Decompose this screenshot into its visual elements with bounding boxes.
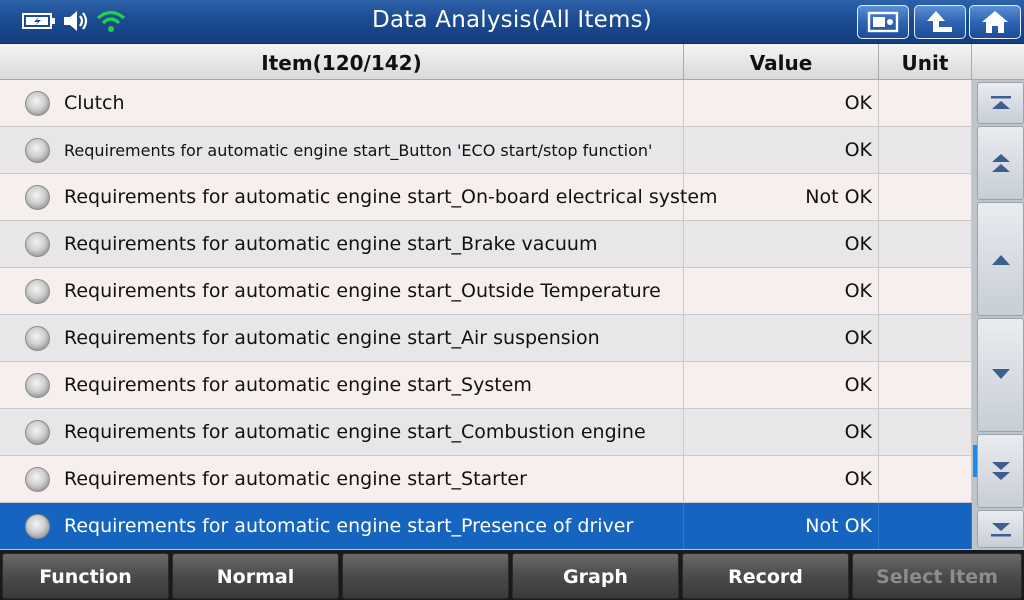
row-unit [879,315,972,361]
row-name-cell: Requirements for automatic engine start_… [0,268,684,314]
scroll-bottom-button[interactable] [977,510,1024,548]
row-name-cell: Clutch [0,80,684,126]
line-up-button[interactable] [977,202,1024,316]
row-name-cell: Requirements for automatic engine start_… [0,315,684,361]
row-unit [879,409,972,455]
line-up-icon [991,255,1010,265]
table-row-selected[interactable]: Requirements for automatic engine start_… [0,503,972,550]
graph-button[interactable]: Graph [512,553,679,599]
radio-button[interactable] [25,420,50,445]
row-unit [879,503,972,549]
row-name-cell: Requirements for automatic engine start_… [0,362,684,408]
row-value: Not OK [684,174,879,220]
table-row[interactable]: Requirements for automatic engine start_… [0,174,972,221]
line-down-button[interactable] [977,318,1024,432]
bottom-toolbar: Function Normal Graph Record Select Item [0,550,1024,600]
scroll-panel [972,80,1024,550]
row-value: OK [684,127,879,173]
row-name: Requirements for automatic engine start_… [64,141,653,160]
column-header-item: Item(120/142) [0,44,684,80]
table-header: Item(120/142) Value Unit [0,44,1024,80]
row-name-cell: Requirements for automatic engine start_… [0,174,718,220]
page-down-icon [991,462,1010,480]
table-row[interactable]: Requirements for automatic engine start_… [0,315,972,362]
scroll-top-button[interactable] [977,82,1024,124]
radio-button[interactable] [25,232,50,257]
table-row[interactable]: Requirements for automatic engine start_… [0,268,972,315]
table-row[interactable]: Requirements for automatic engine start_… [0,127,972,174]
row-unit [879,268,972,314]
row-name: Requirements for automatic engine start_… [64,186,718,208]
data-list: Clutch OK Requirements for automatic eng… [0,80,972,550]
return-arrow-icon [927,11,952,32]
row-value: OK [684,80,879,126]
line-down-icon [991,369,1010,379]
page-up-icon [991,154,1010,172]
table-row[interactable]: Requirements for automatic engine start_… [0,362,972,409]
back-button[interactable] [914,5,966,39]
normal-button[interactable]: Normal [172,553,339,599]
radio-button[interactable] [25,467,50,492]
radio-button[interactable] [25,138,50,163]
row-name: Requirements for automatic engine start_… [64,374,532,396]
row-unit [879,80,972,126]
row-name: Requirements for automatic engine start_… [64,515,634,537]
row-name-cell: Requirements for automatic engine start_… [0,456,684,502]
row-unit [879,221,972,267]
row-value: OK [684,315,879,361]
row-name-cell: Requirements for automatic engine start_… [0,503,684,549]
row-value: OK [684,409,879,455]
radio-button[interactable] [25,373,50,398]
radio-button[interactable] [25,514,50,539]
screenshot-button[interactable] [857,5,909,39]
table-row[interactable]: Requirements for automatic engine start_… [0,456,972,503]
row-name: Requirements for automatic engine start_… [64,421,646,443]
camera-icon [867,11,899,33]
column-header-unit: Unit [879,44,972,80]
select-item-button[interactable]: Select Item [852,553,1022,599]
scroll-position-indicator [973,445,977,477]
row-unit [879,127,972,173]
row-unit [879,362,972,408]
table-row[interactable]: Clutch OK [0,80,972,127]
radio-button[interactable] [25,185,50,210]
row-name-cell: Requirements for automatic engine start_… [0,127,684,173]
row-name: Requirements for automatic engine start_… [64,468,527,490]
table-row[interactable]: Requirements for automatic engine start_… [0,221,972,268]
title-bar: Data Analysis(All Items) [0,0,1024,44]
row-value: OK [684,221,879,267]
scroll-bottom-icon [990,523,1011,537]
home-icon [982,11,1008,33]
row-value: OK [684,268,879,314]
row-unit [879,456,972,502]
column-header-value: Value [684,44,879,80]
row-name-cell: Requirements for automatic engine start_… [0,409,684,455]
row-value: Not OK [684,503,879,549]
scroll-top-icon [990,96,1011,109]
page-down-button[interactable] [977,434,1024,508]
row-name: Requirements for automatic engine start_… [64,233,598,255]
radio-button[interactable] [25,91,50,116]
record-button[interactable]: Record [682,553,849,599]
radio-button[interactable] [25,279,50,304]
home-button[interactable] [969,5,1021,39]
row-name: Requirements for automatic engine start_… [64,327,600,349]
row-name: Requirements for automatic engine start_… [64,280,661,302]
radio-button[interactable] [25,326,50,351]
row-name: Clutch [64,92,125,114]
row-unit [879,174,972,220]
row-value: OK [684,456,879,502]
blank-button[interactable] [342,553,509,599]
table-row[interactable]: Requirements for automatic engine start_… [0,409,972,456]
column-header-spacer [972,44,1024,80]
row-value: OK [684,362,879,408]
row-name-cell: Requirements for automatic engine start_… [0,221,684,267]
function-button[interactable]: Function [2,553,169,599]
page-up-button[interactable] [977,126,1024,200]
